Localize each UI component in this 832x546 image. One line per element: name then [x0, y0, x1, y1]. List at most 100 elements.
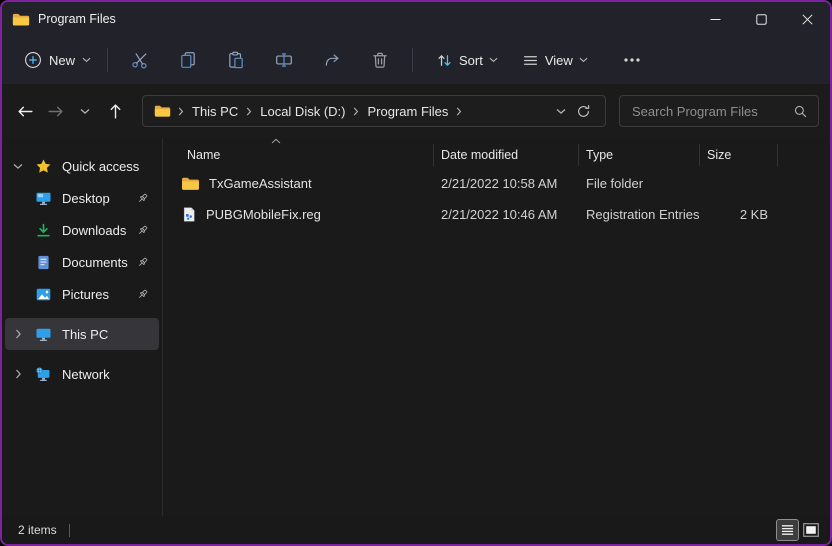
close-button[interactable]: [784, 2, 830, 36]
file-date-modified: 2/21/2022 10:58 AM: [434, 168, 579, 199]
navigation-sidebar: Quick access Desktop Downloads Documents…: [2, 138, 162, 516]
column-header-type[interactable]: Type: [579, 144, 700, 166]
chevron-right-icon[interactable]: [244, 107, 254, 116]
column-headers: Name Date modified Type Size: [163, 142, 830, 168]
window-title: Program Files: [38, 12, 116, 26]
sort-button[interactable]: Sort: [427, 46, 507, 75]
share-button[interactable]: [311, 43, 353, 77]
paste-button[interactable]: [215, 43, 257, 77]
minimize-icon: [710, 14, 721, 25]
icons-view-button[interactable]: [800, 520, 821, 540]
downloads-icon: [31, 222, 55, 239]
plus-circle-icon: [24, 51, 42, 69]
chevron-down-icon: [579, 57, 588, 63]
pin-icon: [136, 192, 149, 205]
up-button[interactable]: [100, 96, 130, 126]
sidebar-item-desktop[interactable]: Desktop: [5, 182, 159, 214]
pictures-icon: [31, 286, 55, 303]
folder-icon: [12, 12, 30, 27]
chevron-down-icon[interactable]: [5, 163, 31, 170]
details-view-button[interactable]: [777, 520, 798, 540]
rename-icon: [275, 51, 293, 69]
command-toolbar: New Sort View: [2, 36, 830, 84]
refresh-icon: [576, 104, 591, 119]
chevron-right-icon[interactable]: [176, 107, 186, 116]
title-bar[interactable]: Program Files: [2, 2, 830, 36]
cut-button[interactable]: [119, 43, 161, 77]
file-size: [700, 168, 778, 199]
sidebar-item-pictures[interactable]: Pictures: [5, 278, 159, 310]
view-toggles: [777, 520, 821, 540]
file-row-pubgmobilefix[interactable]: PUBGMobileFix.reg 2/21/2022 10:46 AM Reg…: [163, 199, 830, 230]
minimize-button[interactable]: [692, 2, 738, 36]
breadcrumb-bar[interactable]: This PC Local Disk (D:) Program Files: [142, 95, 606, 127]
sidebar-item-label: Network: [62, 367, 110, 382]
chevron-down-icon: [82, 57, 91, 63]
back-button[interactable]: [10, 96, 40, 126]
chevron-right-icon[interactable]: [5, 329, 31, 339]
close-icon: [802, 14, 813, 25]
search-input[interactable]: [630, 103, 793, 120]
more-options-button[interactable]: [611, 43, 653, 77]
breadcrumb-item-program-files[interactable]: Program Files: [361, 101, 454, 122]
maximize-button[interactable]: [738, 2, 784, 36]
breadcrumb-item-this-pc[interactable]: This PC: [186, 101, 244, 122]
window-controls: [692, 2, 830, 36]
sidebar-item-label: Quick access: [62, 159, 139, 174]
refresh-button[interactable]: [568, 104, 599, 119]
this-pc-icon: [31, 326, 55, 343]
share-icon: [323, 51, 341, 69]
address-dropdown-button[interactable]: [554, 108, 568, 115]
copy-button[interactable]: [167, 43, 209, 77]
items-count: 2 items: [18, 523, 57, 537]
search-box[interactable]: [619, 95, 819, 127]
sidebar-item-quick-access[interactable]: Quick access: [5, 150, 159, 182]
explorer-body: Quick access Desktop Downloads Documents…: [2, 138, 830, 516]
paste-icon: [227, 51, 245, 69]
breadcrumb-item-local-disk[interactable]: Local Disk (D:): [254, 101, 351, 122]
icons-view-icon: [803, 523, 819, 537]
pin-icon: [136, 256, 149, 269]
folder-icon: [149, 104, 176, 118]
chevron-right-icon[interactable]: [351, 107, 361, 116]
delete-button[interactable]: [359, 43, 401, 77]
registry-file-icon: [181, 206, 197, 223]
chevron-right-icon[interactable]: [5, 369, 31, 379]
folder-icon: [181, 176, 200, 191]
recent-locations-button[interactable]: [70, 96, 100, 126]
sidebar-item-documents[interactable]: Documents: [5, 246, 159, 278]
file-pane: Name Date modified Type Size TxGameAssis…: [163, 138, 830, 516]
sidebar-item-label: Pictures: [62, 287, 109, 302]
sort-icon: [436, 52, 453, 69]
scissors-icon: [131, 51, 149, 69]
sidebar-item-this-pc[interactable]: This PC: [5, 318, 159, 350]
chevron-down-icon: [80, 108, 90, 115]
file-type: Registration Entries: [579, 199, 700, 230]
copy-icon: [179, 51, 197, 69]
file-row-txgameassistant[interactable]: TxGameAssistant 2/21/2022 10:58 AM File …: [163, 168, 830, 199]
status-divider: [69, 524, 70, 537]
sidebar-item-label: Downloads: [62, 223, 126, 238]
arrow-right-icon: [47, 104, 64, 119]
sort-ascending-caret-icon: [271, 138, 281, 144]
document-icon: [31, 254, 55, 271]
view-button[interactable]: View: [513, 46, 597, 75]
new-button[interactable]: New: [16, 45, 99, 75]
forward-button[interactable]: [40, 96, 70, 126]
view-button-label: View: [545, 53, 573, 68]
sidebar-item-label: Desktop: [62, 191, 110, 206]
chevron-right-icon[interactable]: [454, 107, 464, 116]
column-header-size[interactable]: Size: [700, 144, 778, 166]
column-header-name[interactable]: Name: [163, 144, 434, 166]
file-size: 2 KB: [700, 199, 778, 230]
toolbar-separator: [412, 48, 413, 72]
sidebar-item-downloads[interactable]: Downloads: [5, 214, 159, 246]
address-row: This PC Local Disk (D:) Program Files: [2, 84, 830, 138]
star-icon: [31, 158, 55, 175]
column-header-date-modified[interactable]: Date modified: [434, 144, 579, 166]
file-type: File folder: [579, 168, 700, 199]
rename-button[interactable]: [263, 43, 305, 77]
view-list-icon: [522, 52, 539, 69]
details-view-icon: [781, 524, 794, 536]
sidebar-item-network[interactable]: Network: [5, 358, 159, 390]
